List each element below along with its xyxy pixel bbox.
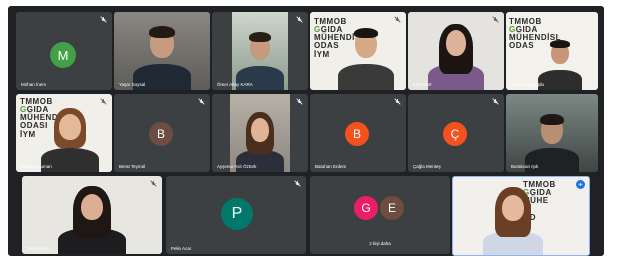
participant-name: Ömer Altay KARA — [217, 82, 253, 87]
participant-name: İrem Kurt — [413, 82, 432, 87]
participant-avatar: Ç — [443, 122, 467, 146]
participant-name: Ayşenur Aslı Öztürk — [217, 164, 257, 169]
mic-muted-icon — [491, 15, 500, 24]
participant-avatar: B — [345, 122, 369, 146]
participant-tile[interactable]: P Pelin Acar — [166, 176, 306, 254]
participant-tile[interactable]: İrem Kurt — [408, 12, 504, 90]
participant-avatar: B — [149, 122, 173, 146]
mic-muted-icon — [393, 97, 402, 106]
participant-name: Burakcan Işık — [511, 164, 539, 169]
participant-name: Çağla Menteş — [413, 164, 441, 169]
participant-name: Berat Teymül — [119, 164, 146, 169]
participant-video — [230, 94, 290, 172]
participant-tile[interactable]: Ç Çağla Menteş — [408, 94, 504, 172]
participant-video — [506, 94, 598, 172]
participant-name: Melis Aydın — [27, 246, 50, 251]
participant-name: Mirhan İnem — [21, 82, 47, 87]
participant-name: Zeynep Duman — [21, 164, 52, 169]
participant-tile[interactable]: M Mirhan İnem — [16, 12, 112, 90]
mic-muted-icon — [197, 97, 206, 106]
mic-muted-icon — [99, 15, 108, 24]
participant-tile[interactable]: TMMOB GGIDA MÜHENDİSLİ ODASI İYM Zeynep … — [16, 94, 112, 172]
participant-name: Batuhan Erdem — [315, 164, 347, 169]
participant-video — [114, 12, 210, 90]
participant-name: 2 kişi daha — [369, 241, 391, 246]
participant-tile[interactable]: Ömer Altay KARA — [212, 12, 308, 90]
mic-muted-icon — [295, 15, 304, 24]
participant-tile[interactable]: Ayşenur Aslı Öztürk — [212, 94, 308, 172]
mic-muted-icon — [393, 15, 402, 24]
participant-avatar: G — [354, 196, 378, 220]
participant-tile[interactable]: Melis Aydın — [22, 176, 162, 254]
mic-muted-icon — [149, 179, 158, 188]
mic-muted-icon — [293, 179, 302, 188]
participant-tile[interactable]: Burakcan Işık — [506, 94, 598, 172]
participant-avatar: P — [221, 198, 253, 230]
participant-tile[interactable]: Yaşar Soysal — [114, 12, 210, 90]
mic-muted-icon — [295, 97, 304, 106]
mic-muted-icon — [491, 97, 500, 106]
meeting-grid: M Mirhan İnem Yaşar Soysal Ömer Altay KA… — [8, 6, 604, 256]
participant-name: Ozan Gündoğdu — [511, 82, 545, 87]
participant-tile[interactable]: B Berat Teymül — [114, 94, 210, 172]
participant-video — [232, 12, 288, 90]
participant-avatar: M — [50, 42, 76, 68]
participant-name: Pelin Acar — [171, 246, 192, 251]
participant-avatar: E — [380, 196, 404, 220]
participant-tile[interactable]: TMMOB GGIDA MÜHENDİSL ODAS İYM — [310, 12, 406, 90]
speaking-indicator-icon — [576, 180, 585, 189]
participant-tile[interactable]: TMMOB GGIDA MÜHE Rİ OD İY — [452, 176, 590, 256]
participant-tile[interactable]: B Batuhan Erdem — [310, 94, 406, 172]
participant-name: Yaşar Soysal — [119, 82, 146, 87]
participant-tile[interactable]: TMMOB GGIDA MÜHENDİSL ODAS Ozan Gündoğdu — [506, 12, 598, 90]
mic-muted-icon — [99, 97, 108, 106]
participant-tile[interactable]: G E 2 kişi daha — [310, 176, 450, 254]
